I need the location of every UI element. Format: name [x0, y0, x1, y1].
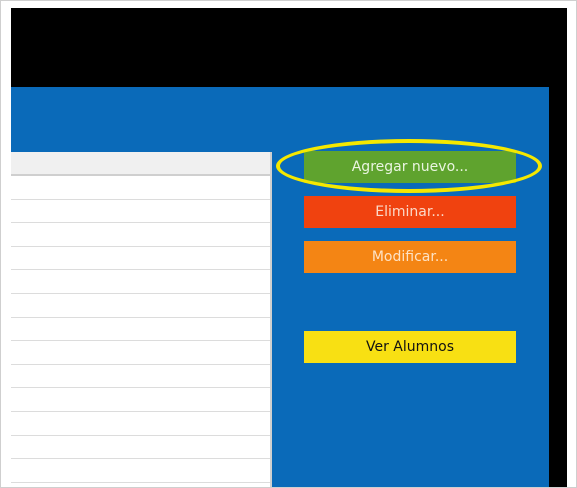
window-frame: Agregar nuevo... Eliminar... Modificar..… [0, 0, 577, 488]
window-edge [549, 87, 567, 487]
modify-button[interactable]: Modificar... [304, 241, 516, 273]
table-row[interactable] [11, 388, 270, 412]
table-row[interactable] [11, 270, 270, 294]
table-row[interactable] [11, 365, 270, 389]
grid-body [11, 176, 270, 483]
data-grid[interactable] [11, 152, 272, 487]
add-new-button[interactable]: Agregar nuevo... [304, 151, 516, 183]
table-row[interactable] [11, 318, 270, 342]
table-row[interactable] [11, 412, 270, 436]
table-row[interactable] [11, 200, 270, 224]
title-bar [11, 8, 567, 87]
table-row[interactable] [11, 247, 270, 271]
table-row[interactable] [11, 341, 270, 365]
table-row[interactable] [11, 294, 270, 318]
grid-header [11, 152, 270, 176]
view-students-button[interactable]: Ver Alumnos [304, 331, 516, 363]
table-row[interactable] [11, 459, 270, 483]
table-row[interactable] [11, 176, 270, 200]
delete-button[interactable]: Eliminar... [304, 196, 516, 228]
table-row[interactable] [11, 223, 270, 247]
table-row[interactable] [11, 436, 270, 460]
